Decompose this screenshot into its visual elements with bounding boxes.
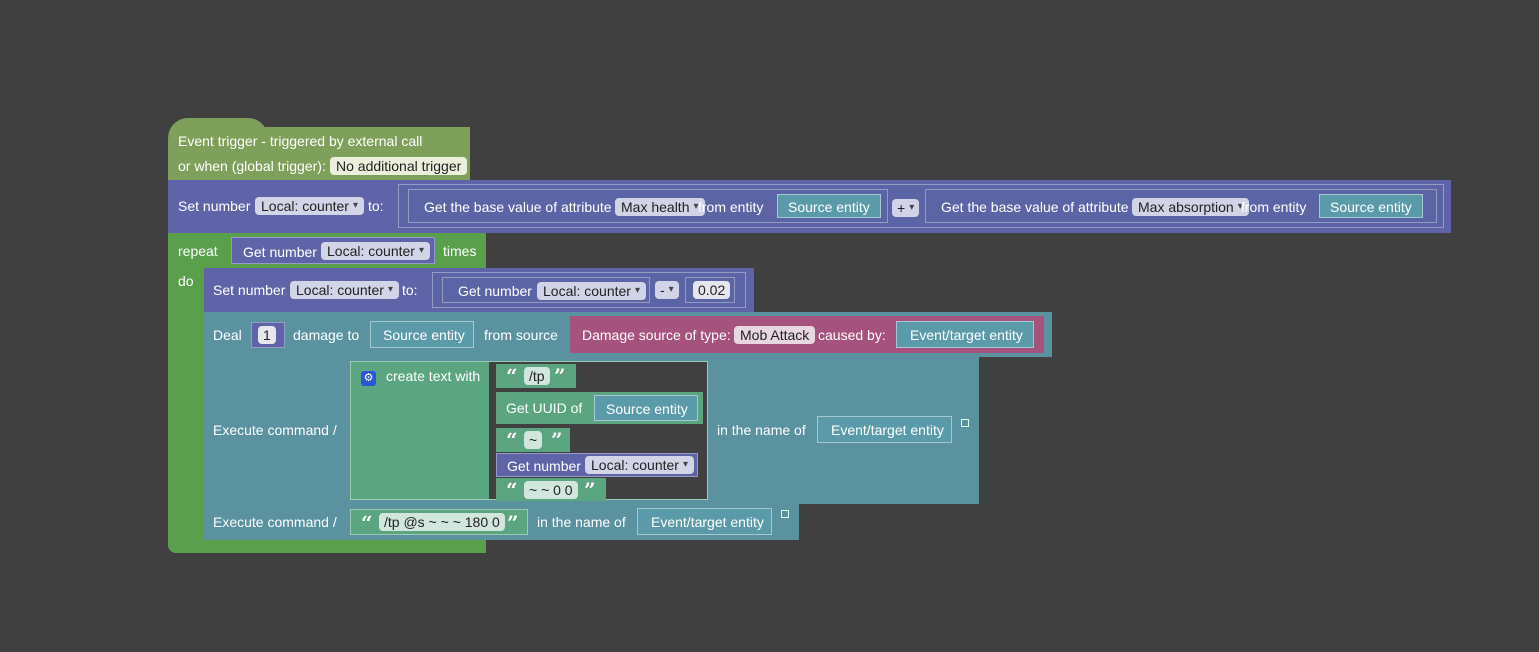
event-target-entity-label: Event/target entity <box>831 422 944 438</box>
to-label: to: <box>402 282 418 298</box>
execute-command-label: Execute command / <box>213 422 337 438</box>
repeat-loop-arm <box>168 268 204 543</box>
set-number-block-1[interactable]: Set number Local: counter to: Get the ba… <box>168 180 1451 233</box>
variable-dropdown[interactable]: Local: counter <box>321 242 430 260</box>
quote-open-icon: “ <box>506 428 518 452</box>
trigger-global-label: or when (global trigger): <box>178 158 326 174</box>
text-field[interactable]: ~ ~ 0 0 <box>524 481 578 499</box>
execute-command-block-1[interactable]: Execute command / ⚙ create text with “ /… <box>204 357 979 504</box>
attribute-dropdown-max-absorption[interactable]: Max absorption <box>1132 198 1249 216</box>
damage-amount-field[interactable]: 1 <box>258 326 276 344</box>
text-block-tp-command[interactable]: “ /tp @s ~ ~ ~ 180 0 ” <box>350 509 528 535</box>
subtract-operation-block[interactable]: Get number Local: counter - 0.02 <box>432 272 746 308</box>
from-source-label: from source <box>484 327 558 343</box>
execute-command-label: Execute command / <box>213 514 337 530</box>
variable-dropdown[interactable]: Local: counter <box>290 281 399 299</box>
gear-icon[interactable]: ⚙ <box>361 371 376 386</box>
quote-close-icon: ” <box>584 478 596 502</box>
source-entity-label: Source entity <box>383 327 465 343</box>
do-label: do <box>178 273 194 289</box>
quote-open-icon: “ <box>506 364 518 388</box>
deal-label: Deal <box>213 327 242 343</box>
get-number-label: Get number <box>243 244 317 260</box>
number-block[interactable]: 1 <box>251 322 285 348</box>
attribute-label: Get the base value of attribute <box>424 199 612 215</box>
text-block-tilde[interactable]: “ ~ ” <box>496 428 570 452</box>
set-number-block-2[interactable]: Set number Local: counter to: Get number… <box>204 268 754 312</box>
source-entity-label: Source entity <box>1330 199 1412 215</box>
collapse-icon[interactable] <box>781 510 789 518</box>
set-number-label: Set number <box>178 198 251 214</box>
quote-close-icon: ” <box>554 364 566 388</box>
trigger-title: Event trigger - triggered by external ca… <box>178 133 423 149</box>
caused-by-label: caused by: <box>818 327 886 343</box>
event-target-entity-block[interactable]: Event/target entity <box>896 321 1034 348</box>
from-entity-label: from entity <box>698 199 764 215</box>
in-the-name-of-label: in the name of <box>717 422 806 438</box>
times-label: times <box>443 243 477 259</box>
get-number-block[interactable]: Get number Local: counter <box>231 237 435 264</box>
get-uuid-label: Get UUID of <box>506 400 583 416</box>
quote-open-icon: “ <box>361 511 373 535</box>
repeat-loop-footer <box>168 540 486 553</box>
execute-command-block-2[interactable]: Execute command / “ /tp @s ~ ~ ~ 180 0 ”… <box>204 504 799 540</box>
text-field[interactable]: /tp <box>524 367 550 385</box>
collapse-icon[interactable] <box>961 419 969 427</box>
get-number-block[interactable]: Get number Local: counter <box>442 277 650 303</box>
event-target-entity-block[interactable]: Event/target entity <box>817 416 952 443</box>
create-text-label: create text with <box>386 368 481 384</box>
get-uuid-block[interactable]: Get UUID of Source entity <box>496 392 703 424</box>
global-trigger-dropdown[interactable]: No additional trigger <box>330 157 468 175</box>
in-the-name-of-label: in the name of <box>537 514 626 530</box>
get-attribute-block-b[interactable]: Get the base value of attribute Max abso… <box>925 189 1437 223</box>
text-block-coords[interactable]: “ ~ ~ 0 0 ” <box>496 478 606 501</box>
text-block-tp[interactable]: “ /tp ” <box>496 364 576 388</box>
source-entity-block[interactable]: Source entity <box>370 321 474 348</box>
quote-close-icon: ” <box>551 428 563 452</box>
get-number-label: Get number <box>458 283 532 299</box>
source-entity-block-b[interactable]: Source entity <box>1319 194 1423 218</box>
operator-dropdown-minus[interactable]: - <box>655 281 679 299</box>
to-label: to: <box>368 198 384 214</box>
math-operation-block[interactable]: Get the base value of attribute Max heal… <box>398 184 1444 228</box>
repeat-loop-header[interactable]: repeat Get number Local: counter times <box>168 233 486 268</box>
deal-damage-block[interactable]: Deal 1 damage to Source entity from sour… <box>204 312 1052 357</box>
quote-open-icon: “ <box>506 478 518 502</box>
damage-to-label: damage to <box>293 327 360 343</box>
source-entity-label: Source entity <box>788 199 870 215</box>
get-number-label: Get number <box>507 458 581 474</box>
get-number-block[interactable]: Get number Local: counter <box>496 453 698 477</box>
quote-close-icon: ” <box>507 511 519 535</box>
number-field[interactable]: 0.02 <box>693 281 731 299</box>
set-number-label: Set number <box>213 282 286 298</box>
get-attribute-block-a[interactable]: Get the base value of attribute Max heal… <box>408 189 888 223</box>
damage-type-dropdown[interactable]: Mob Attack <box>734 326 816 344</box>
attribute-dropdown-max-health[interactable]: Max health <box>615 198 705 216</box>
number-block[interactable]: 0.02 <box>685 277 735 303</box>
create-text-block[interactable]: ⚙ create text with “ /tp ” Get UUID of S… <box>350 361 708 501</box>
source-entity-block[interactable]: Source entity <box>594 395 698 421</box>
source-entity-label: Source entity <box>606 401 688 417</box>
damage-source-block[interactable]: Damage source of type: Mob Attack caused… <box>570 316 1044 353</box>
text-field[interactable]: ~ <box>524 431 543 449</box>
text-field[interactable]: /tp @s ~ ~ ~ 180 0 <box>379 513 505 531</box>
event-target-entity-block[interactable]: Event/target entity <box>637 508 772 535</box>
attribute-label: Get the base value of attribute <box>941 199 1129 215</box>
variable-dropdown[interactable]: Local: counter <box>537 282 646 300</box>
from-entity-label: from entity <box>1241 199 1307 215</box>
event-target-entity-label: Event/target entity <box>651 514 764 530</box>
source-entity-block-a[interactable]: Source entity <box>777 194 881 218</box>
event-target-entity-label: Event/target entity <box>910 327 1023 343</box>
variable-dropdown[interactable]: Local: counter <box>585 456 694 474</box>
repeat-label: repeat <box>178 243 218 259</box>
damage-source-label: Damage source of type: <box>582 327 731 343</box>
variable-dropdown[interactable]: Local: counter <box>255 197 364 215</box>
operator-dropdown-plus[interactable]: + <box>892 199 920 217</box>
event-trigger-block[interactable]: Event trigger - triggered by external ca… <box>168 118 470 180</box>
